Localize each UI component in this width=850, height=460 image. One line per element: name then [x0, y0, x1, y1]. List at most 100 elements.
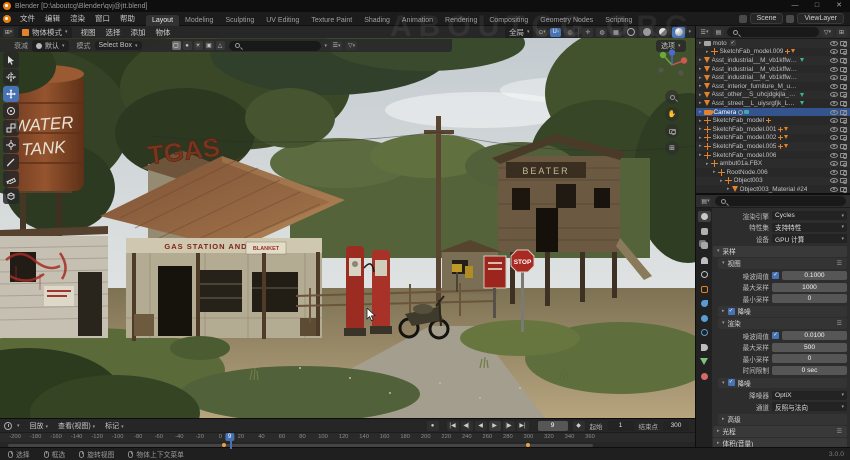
preset-icon[interactable]: ☰: [837, 320, 843, 327]
device-dropdown[interactable]: GPU 计算▾: [772, 234, 847, 243]
disable-in-renders-toggle[interactable]: [840, 144, 847, 149]
filter-sphere-icon[interactable]: ●: [183, 41, 192, 50]
hide-in-viewport-toggle[interactable]: [830, 144, 838, 149]
section-sampling-viewport[interactable]: ▾视图☰: [718, 258, 847, 269]
render-min-samples-field[interactable]: 0: [772, 354, 847, 363]
current-frame-field[interactable]: 9: [538, 421, 568, 431]
render-denoise-checkbox[interactable]: ✓: [728, 379, 735, 386]
outliner-row[interactable]: ▸SketchFab_model.002: [696, 134, 850, 143]
workspace-tab-shading[interactable]: Shading: [358, 15, 396, 26]
expand-caret[interactable]: ▸: [699, 135, 702, 141]
active-tool-dropdown[interactable]: Select Box▾: [95, 41, 142, 50]
play-reverse-button[interactable]: ◀: [475, 421, 487, 431]
workspace-tab-compositing[interactable]: Compositing: [483, 15, 534, 26]
timeline-menu-标记[interactable]: 标记 ▾: [100, 421, 128, 431]
outliner-row[interactable]: ▸Object003_Material #24: [696, 185, 850, 193]
expand-caret[interactable]: ▸: [699, 152, 702, 158]
disable-in-renders-toggle[interactable]: [840, 135, 847, 140]
keying-set-icon[interactable]: ◆: [573, 421, 585, 431]
editor-type-button[interactable]: ⊞▾: [3, 28, 14, 37]
feature-set-dropdown[interactable]: 支持特性▾: [772, 223, 847, 232]
proportional-editing-button[interactable]: ◎: [564, 28, 575, 37]
workspace-tab-texture-paint[interactable]: Texture Paint: [305, 15, 358, 26]
properties-editor-icon[interactable]: ▤▾: [700, 197, 711, 206]
frame-end-field[interactable]: 300: [663, 421, 689, 431]
hide-in-viewport-toggle[interactable]: [830, 135, 838, 140]
hide-in-viewport-toggle[interactable]: [830, 110, 838, 115]
perspective-toggle-icon[interactable]: ⊞: [665, 141, 679, 155]
scene-selector[interactable]: Scene: [750, 13, 784, 24]
outliner-row[interactable]: ▸Asst_industrial__M_vb1kffw_LOD0: [696, 56, 850, 65]
disable-in-renders-toggle[interactable]: [840, 118, 847, 123]
outliner-row[interactable]: ▸moto✓: [696, 39, 850, 48]
filter-empty-icon[interactable]: △: [216, 41, 225, 50]
tab-render[interactable]: [698, 211, 711, 222]
outliner-row[interactable]: ▸Asst_street__L_uiysrgfjk_LOD0: [696, 99, 850, 108]
section-sampling[interactable]: ▾采样: [713, 246, 847, 257]
workspace-tab-animation[interactable]: Animation: [396, 15, 439, 26]
passes-dropdown[interactable]: 反照与法向▾: [772, 402, 847, 411]
expand-caret[interactable]: ▸: [720, 178, 723, 184]
axis-gizmo[interactable]: [655, 48, 689, 82]
disable-in-renders-toggle[interactable]: [840, 75, 847, 80]
jump-to-end-button[interactable]: ▶|: [517, 421, 529, 431]
play-button[interactable]: ▶: [489, 421, 501, 431]
app-menu-帮助[interactable]: 帮助: [115, 13, 140, 24]
section-advanced[interactable]: ▸高级: [718, 414, 847, 425]
section-sampling-render[interactable]: ▾渲染☰: [718, 318, 847, 329]
expand-caret[interactable]: ▸: [699, 75, 702, 81]
outliner-row[interactable]: ▸Camera: [696, 108, 850, 117]
tab-physics[interactable]: [698, 327, 711, 338]
filter-funnel-dropdown[interactable]: ▽▾: [346, 41, 357, 50]
viewport-min-samples-field[interactable]: 0: [772, 294, 847, 303]
camera-view-icon[interactable]: [665, 124, 679, 138]
hide-in-viewport-toggle[interactable]: [830, 170, 838, 175]
expand-caret[interactable]: ▸: [699, 40, 702, 46]
filter-light-icon[interactable]: ☀: [194, 41, 203, 50]
disable-in-renders-toggle[interactable]: [840, 127, 847, 132]
expand-caret[interactable]: ▸: [706, 161, 709, 167]
viewport-menu-视图[interactable]: 视图: [76, 27, 101, 38]
auto-keying-button[interactable]: ●: [427, 421, 439, 431]
shading-solid-button[interactable]: [640, 27, 653, 38]
tool-annotate[interactable]: [3, 154, 19, 170]
noise-threshold-checkbox[interactable]: ✓: [772, 272, 779, 279]
tab-data[interactable]: [698, 356, 711, 367]
hide-in-viewport-toggle[interactable]: [830, 67, 838, 72]
outliner-row[interactable]: ▸Object003: [696, 177, 850, 186]
view-layer-selector[interactable]: ViewLayer: [797, 13, 844, 24]
expand-caret[interactable]: ▸: [713, 169, 716, 175]
tab-material[interactable]: [698, 371, 711, 382]
disable-in-renders-toggle[interactable]: [840, 161, 847, 166]
filter-camera-icon[interactable]: ▣: [205, 41, 214, 50]
mode-dropdown[interactable]: 物体模式▾: [18, 26, 72, 39]
viewport-noise-field[interactable]: 0.1000: [782, 271, 847, 280]
maximize-button[interactable]: □: [806, 0, 828, 12]
app-menu-文件[interactable]: 文件: [15, 13, 40, 24]
disable-in-renders-toggle[interactable]: [840, 84, 847, 89]
shading-material-button[interactable]: [656, 27, 669, 38]
hide-in-viewport-toggle[interactable]: [830, 41, 838, 46]
hide-in-viewport-toggle[interactable]: [830, 92, 838, 97]
outliner-scene-icon[interactable]: ▤: [713, 28, 724, 37]
outliner-display-mode-dropdown[interactable]: ☰▾: [699, 28, 710, 37]
next-keyframe-button[interactable]: |▶: [503, 421, 515, 431]
section-render-denoise[interactable]: ▾✓降噪: [718, 378, 847, 389]
expand-caret[interactable]: ▸: [699, 143, 702, 149]
section-viewport-denoise[interactable]: ▸✓降噪: [718, 306, 847, 317]
render-engine-dropdown[interactable]: Cycles▾: [772, 211, 847, 220]
tab-constraints[interactable]: [698, 342, 711, 353]
expand-caret[interactable]: ▸: [706, 49, 709, 55]
tab-particles[interactable]: [698, 313, 711, 324]
tool-scale[interactable]: [3, 120, 19, 136]
outliner-filter-dropdown[interactable]: ▽▾: [822, 28, 833, 37]
tool-select-box[interactable]: [3, 52, 19, 68]
tool-move[interactable]: [3, 86, 19, 102]
transform-orientation-dropdown[interactable]: 全局▾: [505, 26, 534, 39]
outliner-row[interactable]: ▸RootNode.006: [696, 168, 850, 177]
expand-caret[interactable]: ▸: [699, 83, 702, 89]
viewport-3d[interactable]: WATER TANK: [0, 38, 695, 418]
expand-caret[interactable]: ▸: [699, 57, 702, 63]
timeline-menu-回放[interactable]: 回放 ▾: [25, 421, 53, 431]
outliner-row[interactable]: ▸SketchFab_model.001: [696, 125, 850, 134]
